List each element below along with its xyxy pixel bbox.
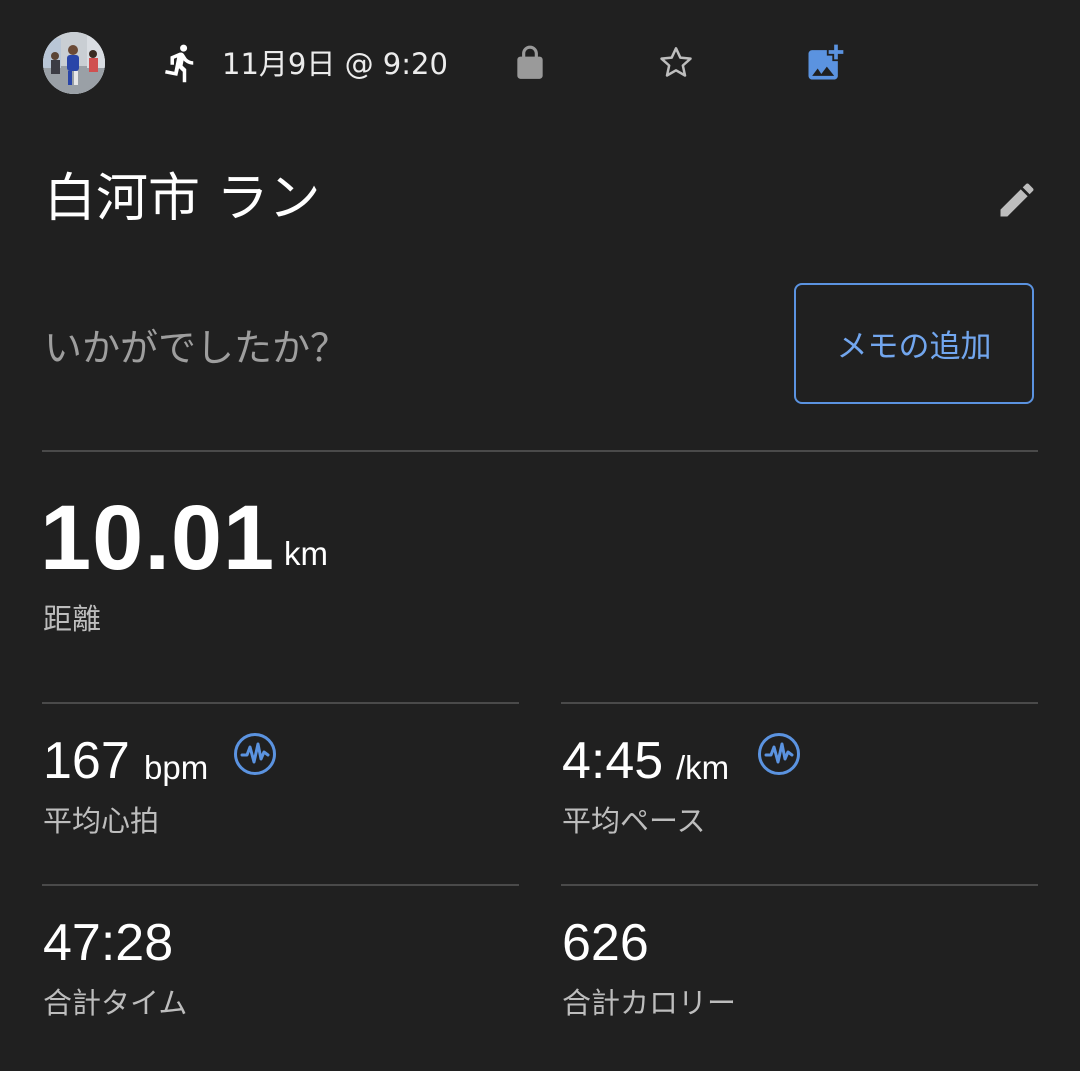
divider [42, 450, 1038, 452]
total-time-label: 合計タイム [43, 986, 188, 1020]
avg-pace-value: 4:45 [562, 732, 664, 790]
pulse-icon[interactable] [757, 732, 801, 776]
divider [42, 702, 519, 704]
distance-label: 距離 [43, 602, 102, 636]
avg-heart-rate-value: 167 [43, 732, 130, 790]
total-calories-value: 626 [562, 914, 649, 972]
avatar-photo [43, 32, 105, 94]
avg-pace-unit: /km [676, 749, 730, 786]
add-memo-button[interactable]: メモの追加 [794, 283, 1034, 404]
avatar[interactable] [43, 32, 105, 94]
avg-pace-label: 平均ペース [562, 804, 706, 838]
add-memo-button-label: メモの追加 [836, 329, 992, 365]
divider [42, 884, 519, 886]
pencil-icon[interactable] [995, 178, 1039, 222]
lock-icon[interactable] [511, 44, 549, 82]
running-icon [160, 42, 202, 84]
star-outline-icon[interactable] [656, 43, 696, 83]
activity-date-time: 11月9日 @ 9:20 [222, 47, 448, 81]
feedback-question: いかがでしたか？ [44, 326, 349, 370]
divider [561, 702, 1038, 704]
divider [561, 884, 1038, 886]
avg-heart-rate-label: 平均心拍 [43, 804, 160, 838]
activity-title: 白河市 ラン [44, 169, 321, 229]
distance-value: 10.01 [40, 487, 276, 589]
avg-heart-rate-unit: bpm [144, 749, 209, 786]
total-calories-label: 合計カロリー [562, 986, 737, 1020]
total-time-value: 47:28 [43, 914, 174, 972]
add-photo-icon[interactable] [803, 41, 847, 85]
pulse-icon[interactable] [233, 732, 277, 776]
distance-unit: km [284, 535, 328, 572]
